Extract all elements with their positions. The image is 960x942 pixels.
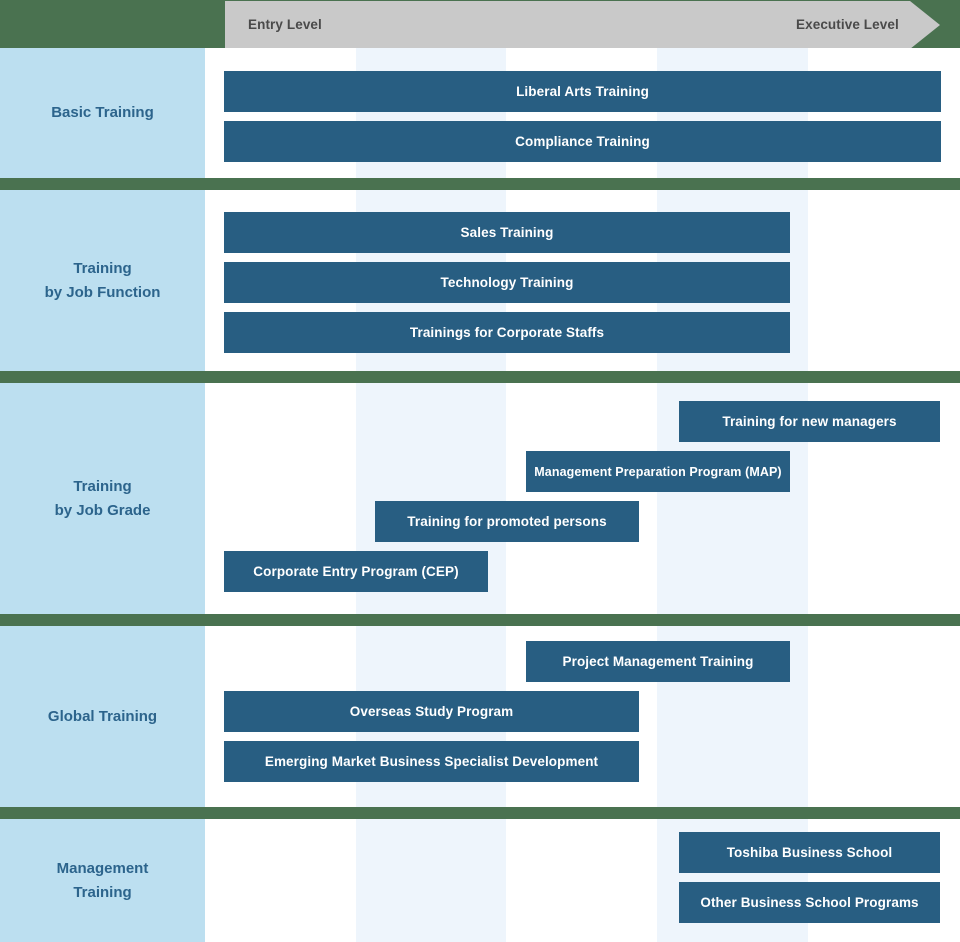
bar-trainings-for-corporate-staffs[interactable]: Trainings for Corporate Staffs <box>224 312 790 353</box>
row-divider <box>0 178 960 190</box>
row-training-by-job-function: Training by Job Function Sales Training … <box>0 190 960 371</box>
bar-project-management-training[interactable]: Project Management Training <box>526 641 790 682</box>
row-body-management-training: Toshiba Business School Other Business S… <box>205 819 960 942</box>
row-body-training-by-job-grade: Training for new managers Management Pre… <box>205 383 960 614</box>
row-label-training-by-job-function: Training by Job Function <box>0 190 205 371</box>
bar-toshiba-business-school[interactable]: Toshiba Business School <box>679 832 940 873</box>
bar-technology-training[interactable]: Technology Training <box>224 262 790 303</box>
row-label-line: by Job Grade <box>54 501 151 519</box>
row-label-line: by Job Function <box>44 283 161 301</box>
bar-sales-training[interactable]: Sales Training <box>224 212 790 253</box>
column-stripe <box>356 819 506 942</box>
training-diagram: Entry Level Executive Level Basic Traini… <box>0 0 960 942</box>
row-body-basic-training: Liberal Arts Training Compliance Trainin… <box>205 48 960 178</box>
bar-overseas-study-program[interactable]: Overseas Study Program <box>224 691 639 732</box>
row-divider <box>0 371 960 383</box>
row-global-training: Global Training Project Management Train… <box>0 626 960 807</box>
row-label-line: Training <box>73 260 132 278</box>
header-band: Entry Level Executive Level <box>0 0 960 49</box>
row-label-line: Basic Training <box>51 104 154 122</box>
executive-level-label: Executive Level <box>796 16 899 32</box>
row-label-line: Global Training <box>47 707 158 725</box>
bar-liberal-arts-training[interactable]: Liberal Arts Training <box>224 71 941 112</box>
row-body-training-by-job-function: Sales Training Technology Training Train… <box>205 190 960 371</box>
row-label-basic-training: Basic Training <box>0 48 205 178</box>
row-label-global-training: Global Training <box>0 626 205 807</box>
bar-corporate-entry-program[interactable]: Corporate Entry Program (CEP) <box>224 551 488 592</box>
entry-level-label: Entry Level <box>248 16 322 32</box>
row-management-training: Management Training Toshiba Business Sch… <box>0 819 960 942</box>
bar-other-business-school-programs[interactable]: Other Business School Programs <box>679 882 940 923</box>
row-label-line: Training <box>73 883 132 901</box>
bar-training-for-promoted-persons[interactable]: Training for promoted persons <box>375 501 639 542</box>
row-body-global-training: Project Management Training Overseas Stu… <box>205 626 960 807</box>
row-training-by-job-grade: Training by Job Grade Training for new m… <box>0 383 960 614</box>
row-label-line: Management <box>56 860 149 878</box>
bar-emerging-market-business-specialist-development[interactable]: Emerging Market Business Specialist Deve… <box>224 741 639 782</box>
bar-training-for-new-managers[interactable]: Training for new managers <box>679 401 940 442</box>
row-divider <box>0 807 960 819</box>
row-basic-training: Basic Training Liberal Arts Training Com… <box>0 48 960 178</box>
row-divider <box>0 614 960 626</box>
bar-management-preparation-program[interactable]: Management Preparation Program (MAP) <box>526 451 790 492</box>
row-label-line: Training <box>73 478 132 496</box>
row-label-training-by-job-grade: Training by Job Grade <box>0 383 205 614</box>
row-label-management-training: Management Training <box>0 819 205 942</box>
bar-compliance-training[interactable]: Compliance Training <box>224 121 941 162</box>
